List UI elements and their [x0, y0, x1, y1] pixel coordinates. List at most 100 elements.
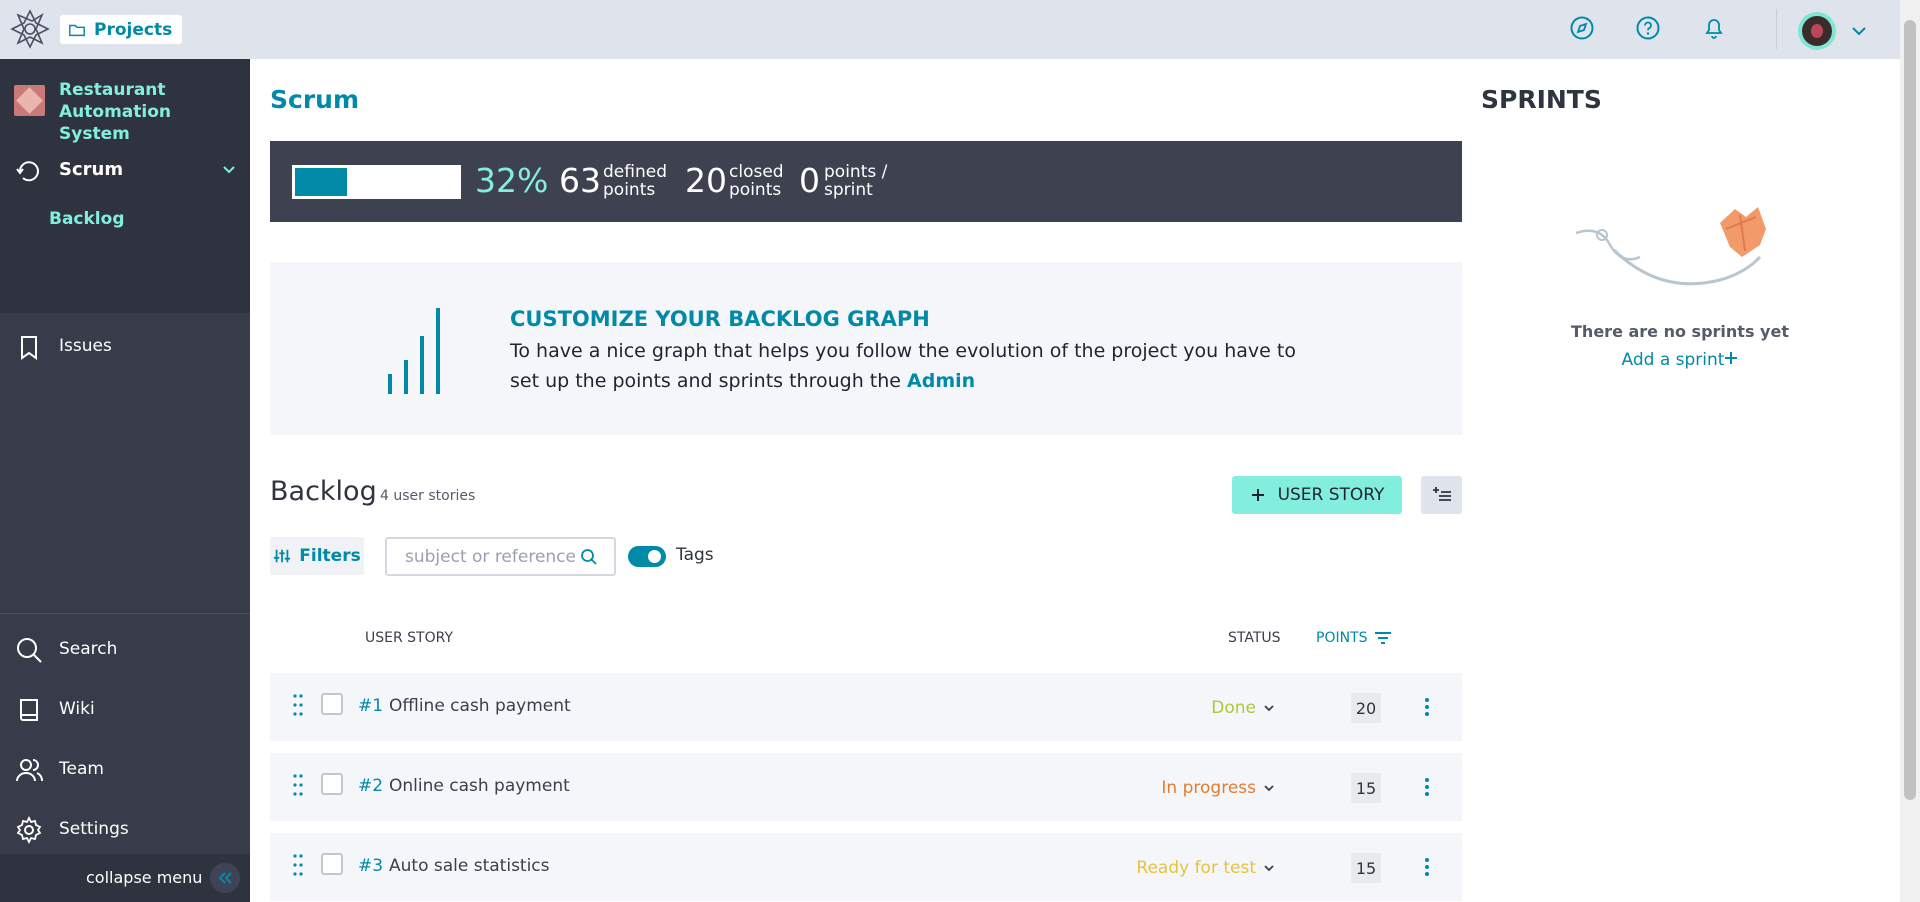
user-avatar[interactable]	[1798, 12, 1836, 50]
sidebar-item-search[interactable]: Search	[0, 625, 250, 675]
sliders-icon	[274, 549, 291, 563]
filters-button[interactable]: Filters	[270, 537, 364, 575]
status-dropdown[interactable]: Done	[1211, 698, 1276, 718]
scrum-section: Scrum Backlog	[0, 143, 250, 313]
project-header[interactable]: Restaurant Automation System	[0, 59, 250, 145]
filters-label: Filters	[299, 546, 361, 566]
points-badge[interactable]: 15	[1351, 853, 1381, 883]
add-sprint-label: Add a sprint	[1621, 350, 1725, 370]
sidebar-item-label: Wiki	[59, 699, 95, 719]
sprint-line1: points /	[824, 162, 888, 182]
column-header-status: STATUS	[1228, 630, 1281, 646]
table-row[interactable]: #1 Offline cash payment Done 20	[270, 673, 1462, 741]
table-row[interactable]: #3 Auto sale statistics Ready for test 1…	[270, 833, 1462, 901]
sidebar-item-label: Search	[59, 639, 118, 659]
taiga-logo-icon[interactable]	[10, 7, 50, 51]
add-list-icon	[1432, 487, 1451, 501]
scrum-cycle-icon	[16, 161, 39, 182]
team-users-icon	[16, 759, 43, 782]
column-header-user-story: USER STORY	[365, 630, 453, 646]
points-header-label: POINTS	[1316, 630, 1368, 646]
sidebar-item-settings[interactable]: Settings	[0, 805, 250, 855]
sidebar-item-wiki[interactable]: Wiki	[0, 685, 250, 735]
progress-fill	[295, 168, 347, 196]
points-per-sprint-value: 0	[799, 161, 820, 200]
progress-bar	[290, 163, 463, 201]
status-label: Done	[1211, 698, 1256, 718]
search-input[interactable]	[405, 547, 575, 567]
gear-icon	[16, 815, 42, 845]
points-per-sprint-label: points / sprint	[824, 163, 887, 199]
story-subject[interactable]: Offline cash payment	[389, 696, 571, 716]
closed-points-label: closed points	[729, 163, 784, 199]
search-field	[385, 537, 616, 576]
row-checkbox[interactable]	[321, 693, 343, 715]
no-sprints-text: There are no sprints yet	[1571, 322, 1789, 341]
page-title: Scrum	[270, 85, 360, 114]
add-user-story-button[interactable]: USER STORY	[1232, 476, 1402, 514]
collapse-menu[interactable]: collapse menu	[0, 854, 250, 902]
projects-button[interactable]: Projects	[60, 15, 183, 44]
page-scrollbar[interactable]	[1900, 0, 1920, 902]
row-checkbox[interactable]	[321, 853, 343, 875]
sidebar-item-label: Scrum	[59, 159, 124, 180]
discover-compass-icon[interactable]	[1567, 13, 1597, 43]
bar-graph-icon	[388, 308, 440, 394]
graph-text: To have a nice graph that helps you foll…	[510, 340, 1296, 392]
sort-filter-icon[interactable]	[1374, 631, 1392, 645]
scrollbar-thumb[interactable]	[1904, 20, 1916, 800]
sidebar-item-scrum[interactable]: Scrum	[0, 143, 250, 199]
add-sprint-link[interactable]: Add a sprint	[1482, 350, 1878, 370]
sprint-line2: sprint	[824, 180, 873, 200]
more-options-icon[interactable]	[1420, 695, 1434, 719]
story-ref[interactable]: #2	[358, 776, 383, 796]
story-subject[interactable]: Online cash payment	[389, 776, 570, 796]
row-checkbox[interactable]	[321, 773, 343, 795]
drag-handle-icon[interactable]	[292, 693, 304, 717]
project-name[interactable]: Restaurant Automation System	[59, 79, 244, 145]
bulk-insert-button[interactable]	[1421, 476, 1462, 514]
drag-handle-icon[interactable]	[292, 773, 304, 797]
sidebar-item-label: Issues	[59, 336, 112, 356]
collapse-chevrons-icon[interactable]	[210, 863, 240, 893]
status-dropdown[interactable]: Ready for test	[1136, 858, 1276, 878]
story-ref[interactable]: #1	[358, 696, 383, 716]
chevron-down-icon[interactable]	[1848, 20, 1870, 42]
status-label: In progress	[1161, 778, 1256, 798]
collapse-menu-label: collapse menu	[86, 868, 203, 887]
story-subject[interactable]: Auto sale statistics	[389, 856, 550, 876]
more-options-icon[interactable]	[1420, 775, 1434, 799]
sidebar-item-backlog[interactable]: Backlog	[49, 209, 125, 229]
sidebar-item-issues[interactable]: Issues	[0, 322, 250, 372]
add-user-story-label: USER STORY	[1277, 485, 1385, 505]
book-icon	[20, 699, 38, 721]
column-header-points[interactable]: POINTS	[1316, 630, 1392, 646]
defined-line1: defined	[603, 162, 667, 182]
sidebar-item-label: Settings	[59, 819, 129, 839]
points-badge[interactable]: 15	[1351, 773, 1381, 803]
chevron-down-icon[interactable]	[220, 160, 238, 178]
notifications-bell-icon[interactable]	[1699, 13, 1729, 43]
user-story-count: 4 user stories	[380, 488, 476, 504]
help-icon[interactable]	[1633, 13, 1663, 43]
tags-toggle[interactable]	[628, 546, 666, 567]
graph-title: CUSTOMIZE YOUR BACKLOG GRAPH	[510, 307, 930, 331]
backlog-graph-placeholder: CUSTOMIZE YOUR BACKLOG GRAPH To have a n…	[270, 262, 1462, 435]
sidebar-item-team[interactable]: Team	[0, 745, 250, 795]
defined-points-value: 63	[559, 161, 601, 200]
graph-description: To have a nice graph that helps you foll…	[510, 336, 1330, 396]
search-icon[interactable]	[580, 548, 598, 566]
bookmark-icon	[21, 336, 37, 360]
search-icon	[17, 638, 42, 663]
admin-link[interactable]: Admin	[907, 370, 975, 392]
sprints-title: SPRINTS	[1481, 85, 1602, 114]
table-row[interactable]: #2 Online cash payment In progress 15	[270, 753, 1462, 821]
story-ref[interactable]: #3	[358, 856, 383, 876]
points-badge[interactable]: 20	[1351, 693, 1381, 723]
status-dropdown[interactable]: In progress	[1161, 778, 1276, 798]
closed-line2: points	[729, 180, 782, 200]
drag-handle-icon[interactable]	[292, 853, 304, 877]
topbar-divider	[1776, 9, 1777, 49]
more-options-icon[interactable]	[1420, 855, 1434, 879]
plus-icon	[1725, 352, 1738, 364]
